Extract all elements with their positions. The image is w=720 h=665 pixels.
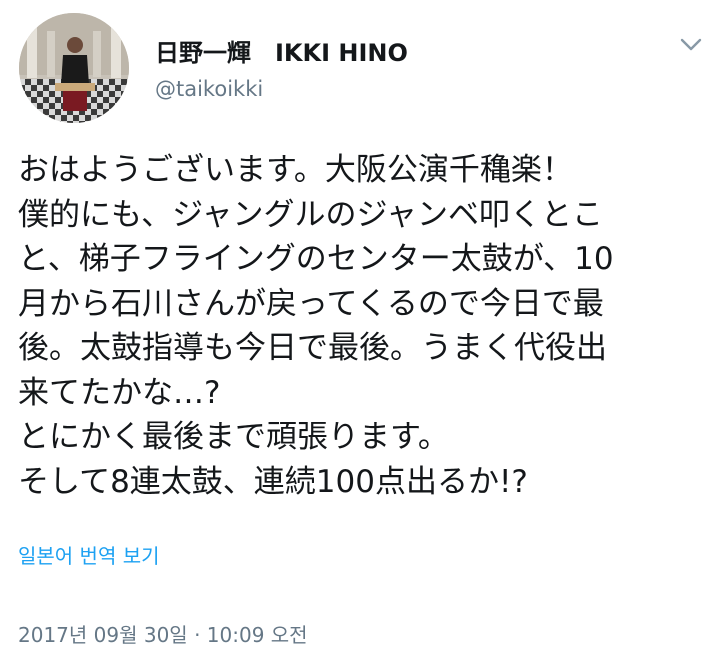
tweet-line: そして8連太鼓、連続100点出るか!? bbox=[18, 463, 528, 500]
tweet-line: と、梯子フライングのセンター太鼓が、10 bbox=[18, 241, 614, 277]
chevron-down-icon bbox=[680, 38, 702, 51]
tweet-line: 僕的にも、ジャングルのジャンベ叩くとこ bbox=[18, 196, 603, 233]
tweet-line: 後。太鼓指導も今日で最後。うまく代役出 bbox=[18, 330, 607, 366]
tweet-menu-button[interactable] bbox=[676, 30, 706, 60]
avatar[interactable] bbox=[19, 13, 129, 123]
display-name[interactable]: 日野一輝 IKKI HINO bbox=[155, 38, 408, 68]
user-handle[interactable]: @taikoikki bbox=[155, 76, 408, 102]
profile-photo bbox=[19, 13, 129, 123]
tweet-text: おはようございます。大阪公演千穐楽！ 僕的にも、ジャングルのジャンベ叩くとこ と… bbox=[18, 148, 708, 504]
tweet-line: 来てたかな…? bbox=[18, 374, 221, 411]
tweet-line: 月から石川さんが戻ってくるので今日で最 bbox=[18, 285, 604, 322]
tweet-line: おはようございます。大阪公演千穐楽！ bbox=[18, 152, 573, 188]
translate-link[interactable]: 일본어 번역 보기 bbox=[18, 540, 160, 569]
tweet-line: とにかく最後まで頑張ります。 bbox=[18, 419, 449, 455]
timestamp[interactable]: 2017년 09월 30일 · 10:09 오전 bbox=[18, 619, 308, 648]
